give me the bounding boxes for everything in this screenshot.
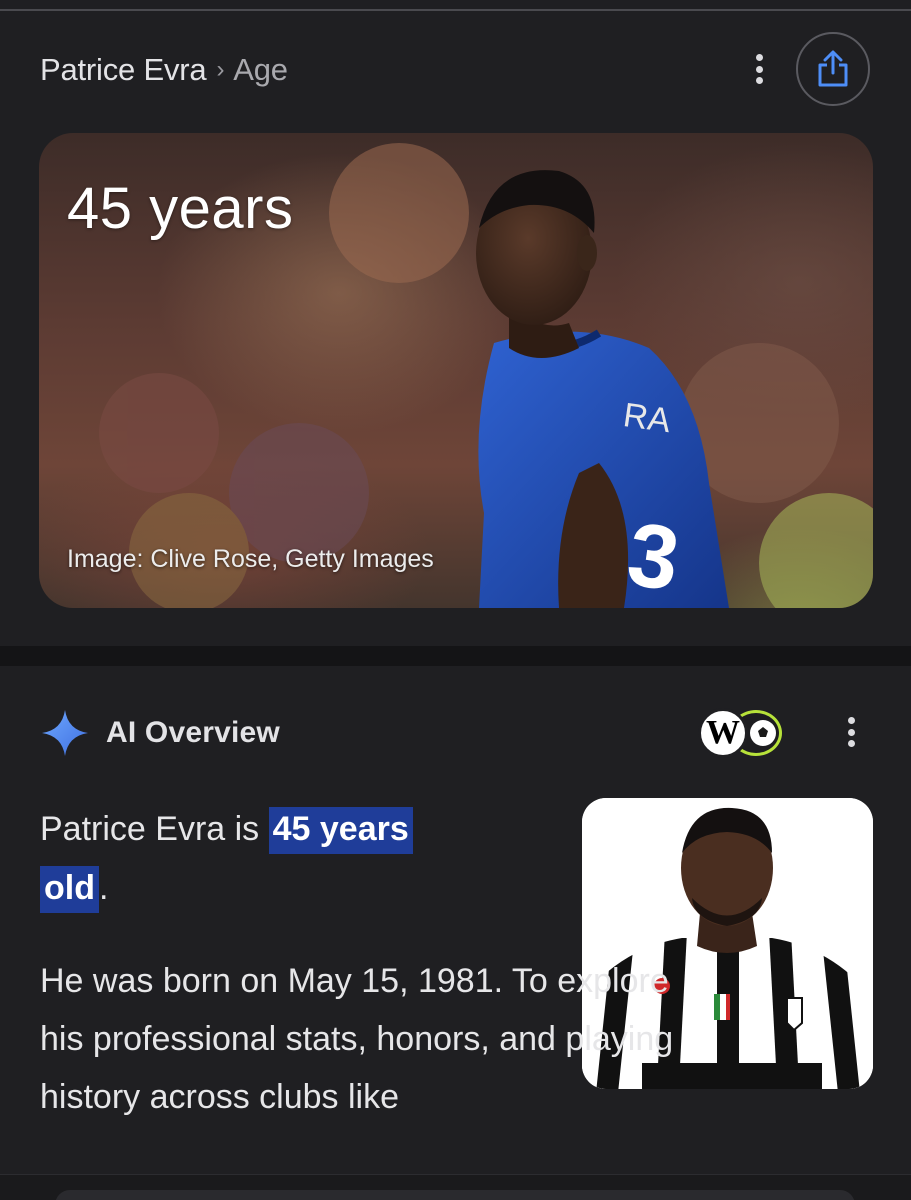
ai-overview-header: AI Overview — [40, 708, 280, 758]
section-divider — [0, 646, 911, 666]
answer-suffix: . — [98, 869, 109, 907]
search-result-page: Patrice Evra › Age 3 RA 45 years Image: … — [0, 0, 911, 1200]
answer-prefix: Patrice Evra is — [40, 810, 269, 848]
wikipedia-icon[interactable]: W — [698, 708, 748, 758]
sparkle-icon — [42, 710, 88, 756]
answer-highlight: 45 years — [268, 807, 413, 854]
breadcrumb-entity[interactable]: Patrice Evra — [40, 52, 207, 88]
age-value: 45 years — [67, 176, 294, 241]
ai-detail-text: He was born on May 15, 1981. To explore … — [40, 962, 674, 1116]
bottom-input-pill[interactable] — [55, 1190, 855, 1200]
share-icon — [818, 50, 848, 87]
svg-text:RA: RA — [621, 396, 673, 440]
ai-more-options-icon[interactable] — [841, 717, 861, 747]
image-credit: Image: Clive Rose, Getty Images — [67, 545, 434, 573]
source-avatars[interactable]: W — [698, 708, 788, 758]
breadcrumb-separator: › — [216, 56, 225, 83]
more-options-icon[interactable] — [749, 54, 769, 84]
breadcrumb: Patrice Evra › Age — [40, 50, 288, 90]
age-hero-card[interactable]: 3 RA 45 years Image: Clive Rose, Getty I… — [39, 133, 873, 608]
ai-overview-title: AI Overview — [106, 716, 280, 749]
share-button[interactable] — [796, 32, 870, 106]
divider — [0, 9, 911, 11]
breadcrumb-attribute: Age — [233, 52, 288, 87]
ai-answer: Patrice Evra is 45 years old. — [40, 800, 540, 918]
answer-highlight-cont: old — [40, 866, 99, 913]
